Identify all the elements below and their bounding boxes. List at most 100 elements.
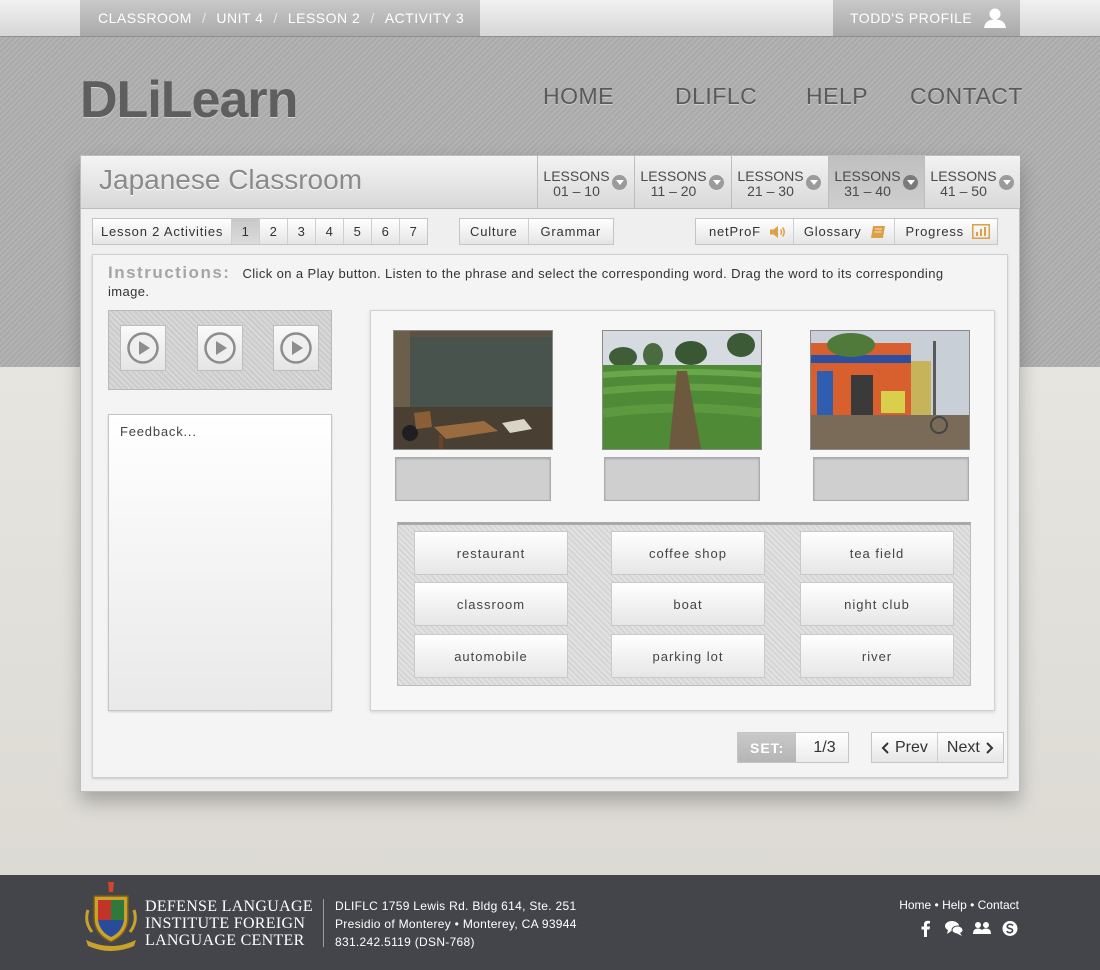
next-button[interactable]: Next	[936, 733, 1003, 762]
tab-label: LESSONS	[543, 168, 610, 184]
drop-zone-2[interactable]	[604, 457, 760, 501]
progress-button[interactable]: Progress	[893, 219, 997, 244]
tab-lessons-01-10[interactable]: LESSONS 01 – 10	[537, 156, 633, 208]
speaker-icon	[769, 225, 785, 238]
instructions-text: Click on a Play button. Listen to the ph…	[108, 266, 944, 299]
org-line: LANGUAGE CENTER	[145, 932, 305, 949]
word-tile[interactable]: coffee shop	[611, 531, 765, 575]
classroom-panel: Japanese Classroom LESSONS 01 – 10 LESSO…	[80, 155, 1020, 792]
netprof-label: netProF	[709, 224, 761, 239]
tab-label: LESSONS	[834, 168, 901, 184]
instructions-label: Instructions:	[108, 263, 231, 282]
chevron-down-icon	[903, 175, 918, 190]
word-tile[interactable]: restaurant	[414, 531, 568, 575]
glossary-button[interactable]: Glossary	[792, 219, 894, 244]
skype-icon[interactable]	[1001, 920, 1019, 937]
chat-icon[interactable]	[945, 920, 964, 937]
tab-lessons-11-20[interactable]: LESSONS 11 – 20	[634, 156, 730, 208]
activity-card: Instructions: Click on a Play button. Lis…	[92, 254, 1008, 778]
activity-3-button[interactable]: 3	[287, 219, 315, 244]
breadcrumb-classroom[interactable]: CLASSROOM	[98, 10, 192, 26]
breadcrumb-unit[interactable]: UNIT 4	[216, 10, 263, 26]
activity-4-button[interactable]: 4	[315, 219, 343, 244]
nav-dliflc[interactable]: DLIFLC	[675, 83, 757, 110]
org-line: DEFENSE LANGUAGE	[145, 898, 313, 915]
word-tile[interactable]: automobile	[414, 634, 568, 678]
word-tile[interactable]: tea field	[800, 531, 954, 575]
word-tile[interactable]: river	[800, 634, 954, 678]
footer-link-home[interactable]: Home	[899, 898, 931, 912]
nav-contact[interactable]: CONTACT	[910, 83, 1023, 110]
play-button-3[interactable]	[273, 325, 319, 371]
exercise-area: restaurant coffee shop tea field classro…	[370, 310, 995, 711]
chevron-right-icon	[986, 741, 994, 754]
play-button-2[interactable]	[197, 325, 243, 371]
address-line: DLIFLC 1759 Lewis Rd. Bldg 614, Ste. 251	[335, 899, 577, 913]
breadcrumb-separator: /	[273, 10, 278, 26]
book-icon	[870, 225, 885, 238]
breadcrumb-lesson[interactable]: LESSON 2	[288, 10, 360, 26]
culture-button[interactable]: Culture	[460, 219, 528, 244]
extras-group: Culture Grammar	[459, 218, 615, 245]
audio-players	[108, 310, 332, 390]
social-links	[917, 920, 1019, 937]
profile-button[interactable]: TODD'S PROFILE	[833, 0, 1020, 36]
pager: Prev Next	[871, 732, 1004, 763]
word-tile[interactable]: parking lot	[611, 634, 765, 678]
play-icon	[204, 332, 236, 364]
tab-range: 21 – 30	[747, 183, 794, 199]
footer-link-contact[interactable]: Contact	[978, 898, 1019, 912]
bar-chart-icon	[971, 224, 990, 239]
tab-label: LESSONS	[640, 168, 707, 184]
user-icon	[984, 8, 1006, 28]
next-label: Next	[946, 738, 980, 756]
set-indicator: SET: 1/3	[737, 732, 849, 763]
chevron-down-icon	[806, 175, 821, 190]
activity-6-button[interactable]: 6	[371, 219, 399, 244]
footer-link-help[interactable]: Help	[942, 898, 967, 912]
word-tile[interactable]: night club	[800, 582, 954, 626]
activity-1-button[interactable]: 1	[231, 219, 260, 244]
chevron-down-icon	[709, 175, 724, 190]
play-icon	[127, 332, 159, 364]
netprof-button[interactable]: netProF	[696, 219, 793, 244]
tab-range: 01 – 10	[553, 183, 600, 199]
grammar-button[interactable]: Grammar	[527, 219, 614, 244]
facebook-icon[interactable]	[917, 920, 935, 937]
footer-link-separator: •	[931, 898, 943, 912]
profile-label: TODD'S PROFILE	[850, 10, 973, 26]
tab-lessons-31-40[interactable]: LESSONS 31 – 40	[828, 156, 924, 208]
activities-label: Lesson 2 Activities	[101, 224, 224, 239]
chevron-down-icon	[999, 175, 1014, 190]
org-line: INSTITUTE FOREIGN	[145, 915, 306, 932]
prev-label: Prev	[895, 738, 928, 756]
instructions: Instructions: Click on a Play button. Lis…	[108, 264, 988, 301]
storefront-image	[810, 330, 970, 450]
footer-links: Home • Help • Contact	[899, 898, 1019, 912]
tab-label: LESSONS	[737, 168, 804, 184]
tab-lessons-41-50[interactable]: LESSONS 41 – 50	[924, 156, 1020, 208]
activity-5-button[interactable]: 5	[343, 219, 371, 244]
nav-home[interactable]: HOME	[543, 83, 614, 110]
dliflc-seal-icon	[85, 882, 137, 951]
classroom-image	[393, 330, 553, 450]
activity-2-button[interactable]: 2	[259, 219, 287, 244]
play-button-1[interactable]	[120, 325, 166, 371]
phone-line: 831.242.5119 (DSN-768)	[335, 935, 475, 949]
nav-help[interactable]: HELP	[806, 83, 868, 110]
drop-zone-1[interactable]	[395, 457, 551, 501]
progress-label: Progress	[905, 224, 964, 239]
prev-button[interactable]: Prev	[872, 733, 937, 762]
activity-7-button[interactable]: 7	[399, 219, 427, 244]
word-tile[interactable]: classroom	[414, 582, 568, 626]
word-tile[interactable]: boat	[611, 582, 765, 626]
set-value: 1/3	[796, 733, 848, 762]
breadcrumb-separator: /	[201, 10, 207, 26]
tea-field-image	[602, 330, 762, 450]
drop-zone-3[interactable]	[813, 457, 969, 501]
chevron-left-icon	[881, 741, 889, 754]
breadcrumb-activity[interactable]: ACTIVITY 3	[385, 10, 464, 26]
tab-lessons-21-30[interactable]: LESSONS 21 – 30	[731, 156, 827, 208]
group-icon[interactable]	[973, 920, 991, 937]
tab-label: LESSONS	[930, 168, 997, 184]
